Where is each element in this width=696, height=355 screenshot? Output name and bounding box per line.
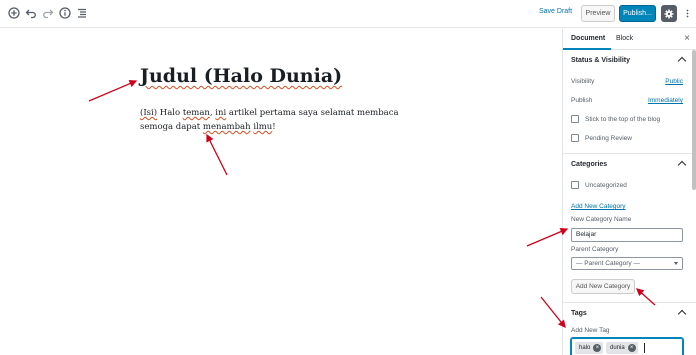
close-icon[interactable]: ×	[684, 33, 690, 44]
preview-button[interactable]: Preview	[581, 5, 615, 22]
chevron-down-icon	[674, 262, 678, 265]
settings-button[interactable]	[661, 5, 677, 22]
body-text-part: !	[272, 122, 276, 132]
stick-to-top-checkbox[interactable]	[571, 115, 579, 123]
add-new-category-button[interactable]: Add New Category	[571, 279, 635, 294]
remove-tag-icon[interactable]: ×	[627, 344, 636, 352]
new-category-name-label: New Category Name	[571, 216, 632, 223]
pending-review-option[interactable]: Pending Review	[563, 129, 696, 148]
visibility-label: Visibility	[571, 78, 595, 85]
settings-sidebar: Document Block × Status & Visibility Vis…	[562, 29, 696, 355]
redo-icon[interactable]	[41, 6, 55, 20]
tag-chip-label: halo	[579, 345, 591, 351]
tab-block[interactable]: Block	[616, 35, 633, 42]
category-checkbox[interactable]	[571, 181, 579, 189]
outline-icon[interactable]	[75, 6, 89, 20]
chevron-up-icon	[677, 56, 687, 66]
visibility-link[interactable]: Public	[665, 72, 683, 91]
add-block-icon[interactable]	[7, 6, 21, 20]
chevron-up-icon	[677, 309, 687, 319]
checkbox-label: Stick to the top of the blog	[585, 116, 661, 123]
add-new-category-link[interactable]: Add New Category	[563, 199, 696, 214]
checkbox-label: Pending Review	[585, 135, 632, 142]
panel-title: Tags	[571, 310, 587, 317]
new-category-name-input[interactable]: Belajar	[571, 228, 683, 242]
tag-chip: dunia ×	[606, 342, 638, 354]
sidebar-tabs: Document Block ×	[563, 29, 696, 50]
stick-to-top-option[interactable]: Stick to the top of the blog	[563, 110, 696, 129]
pending-review-checkbox[interactable]	[571, 134, 579, 142]
visibility-row: Visibility Public	[563, 72, 696, 91]
tag-chip: halo ×	[575, 342, 604, 354]
tag-chip-label: dunia	[610, 345, 625, 351]
body-text-part: ini	[215, 108, 227, 118]
tag-input-field[interactable]: halo × dunia ×	[571, 338, 683, 355]
body-text-part: Halo	[157, 108, 183, 118]
body-text-part: menambah	[202, 122, 251, 132]
undo-icon[interactable]	[24, 6, 38, 20]
panel-title: Categories	[571, 161, 608, 168]
category-label: Uncategorized	[585, 182, 627, 189]
save-draft-button[interactable]: Save Draft	[539, 8, 572, 15]
tags-panel-toggle[interactable]: Tags	[563, 303, 696, 325]
parent-category-select[interactable]: — Parent Category —	[571, 257, 683, 270]
parent-category-label: Parent Category	[571, 246, 619, 253]
body-text-part: (Isi)	[140, 108, 158, 118]
more-options-button[interactable]	[683, 6, 691, 21]
gear-icon	[664, 9, 674, 18]
categories-panel-toggle[interactable]: Categories	[563, 154, 696, 176]
parent-category-value: — Parent Category —	[576, 260, 640, 267]
sidebar-scrollbar[interactable]	[692, 50, 696, 190]
more-vertical-icon	[686, 9, 688, 18]
post-content-paragraph[interactable]: (Isi) Halo teman, ini artikel pertama sa…	[140, 106, 430, 134]
status-visibility-panel-toggle[interactable]: Status & Visibility	[563, 50, 696, 72]
publish-date-link[interactable]: Immediately	[648, 91, 683, 110]
publish-row: Publish Immediately	[563, 91, 696, 110]
remove-tag-icon[interactable]: ×	[593, 344, 602, 352]
text-cursor	[644, 343, 645, 353]
info-icon[interactable]	[58, 6, 72, 20]
top-toolbar: Save Draft Preview Publish...	[0, 0, 696, 28]
add-new-tag-label: Add New Tag	[571, 327, 610, 334]
panel-title: Status & Visibility	[571, 57, 630, 64]
chevron-up-icon	[677, 160, 687, 170]
category-item[interactable]: Uncategorized	[563, 176, 696, 195]
body-text-part: teman	[182, 108, 210, 118]
editor-canvas: Judul (Halo Dunia) (Isi) Halo teman, ini…	[0, 29, 561, 355]
publish-label: Publish	[571, 97, 593, 104]
publish-button[interactable]: Publish...	[619, 5, 656, 22]
post-title[interactable]: Judul (Halo Dunia)	[140, 65, 342, 87]
body-text-part: ilmu	[253, 122, 273, 132]
tab-document[interactable]: Document	[571, 35, 605, 42]
